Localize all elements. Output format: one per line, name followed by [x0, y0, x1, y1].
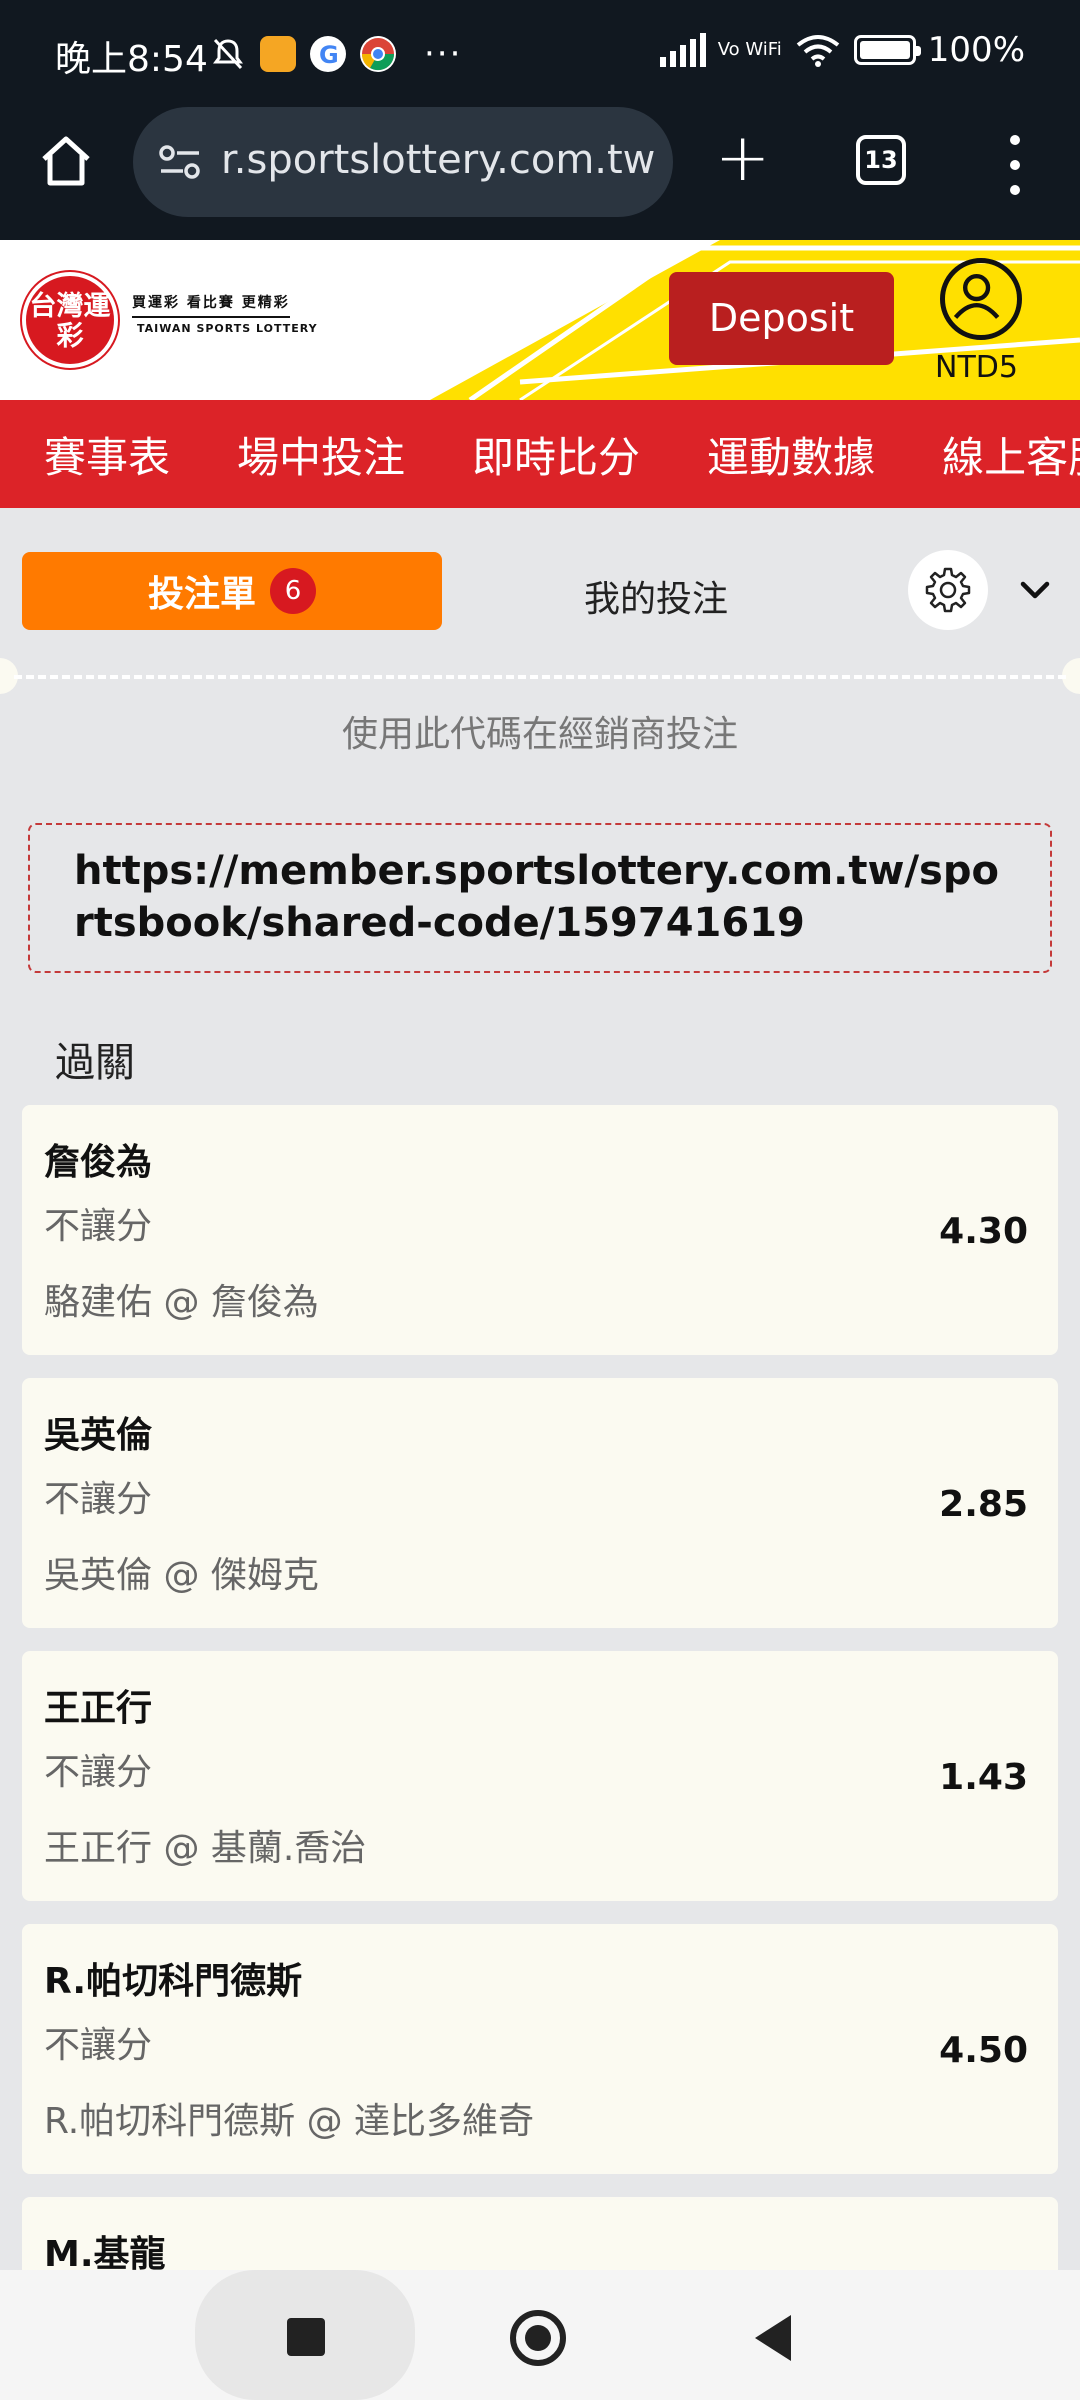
odds-value: 4.50	[939, 2030, 1028, 2071]
logo-slogan: 買運彩 看比賽 更精彩	[132, 292, 290, 318]
logo-text: 台灣運彩	[29, 291, 111, 352]
browser-menu-button[interactable]	[1005, 135, 1025, 195]
selection-name: M.基龍	[44, 2234, 166, 2270]
address-bar[interactable]: r.sportslottery.com.tw	[133, 107, 673, 217]
match-name: 吳英倫 @ 傑姆克	[44, 1555, 319, 1596]
signal-icon	[659, 33, 706, 67]
browser-toolbar: r.sportslottery.com.tw + 13	[0, 105, 1080, 240]
share-code-hint: 使用此代碼在經銷商投注	[341, 714, 738, 755]
user-account-icon[interactable]	[940, 258, 1022, 340]
notification-icons: G ···	[210, 34, 462, 74]
bell-muted-icon	[213, 38, 243, 70]
app-notification-icon	[260, 36, 296, 72]
nav-item-sports-data[interactable]: 運動數據	[707, 424, 875, 485]
account-balance[interactable]: NTD5	[935, 350, 1018, 385]
bet-leg[interactable]: 詹俊為 不讓分 駱建佑 @ 詹俊為 4.30	[22, 1105, 1058, 1355]
match-name: 王正行 @ 基蘭.喬治	[44, 1828, 367, 1869]
url-text: r.sportslottery.com.tw	[221, 137, 656, 183]
tab-switcher-button[interactable]: 13	[856, 135, 906, 185]
bet-leg[interactable]: 王正行 不讓分 王正行 @ 基蘭.喬治 1.43	[22, 1651, 1058, 1901]
betslip-count-badge: 6	[270, 568, 316, 614]
match-name: R.帕切科門德斯 @ 達比多維奇	[44, 2101, 535, 2142]
back-icon[interactable]	[755, 2315, 791, 2361]
svg-text:G: G	[319, 41, 339, 69]
logo[interactable]: 台灣運彩	[22, 272, 118, 368]
selection-name: 王正行	[44, 1688, 153, 1729]
match-name: 駱建佑 @ 詹俊為	[44, 1282, 319, 1323]
header-decoration	[430, 240, 1080, 400]
divider	[14, 675, 1066, 679]
more-notifications-icon: ···	[424, 34, 463, 74]
home-icon[interactable]	[36, 131, 96, 191]
system-indicators: Vo WiFi 100%	[659, 30, 1025, 70]
logo-english: TAIWAN SPORTS LOTTERY	[137, 322, 318, 335]
nav-item-live-scores[interactable]: 即時比分	[472, 424, 640, 485]
system-navigation-bar	[0, 2270, 1080, 2400]
site-header: 台灣運彩 買運彩 看比賽 更精彩 TAIWAN SPORTS LOTTERY D…	[0, 240, 1080, 400]
home-nav-icon[interactable]	[510, 2310, 566, 2366]
battery-percent: 100%	[927, 30, 1025, 70]
nav-item-online-support[interactable]: 線上客服	[942, 424, 1080, 485]
bet-leg[interactable]: 吳英倫 不讓分 吳英倫 @ 傑姆克 2.85	[22, 1378, 1058, 1628]
odds-value: 1.43	[939, 1757, 1028, 1798]
site-settings-icon[interactable]	[157, 142, 203, 182]
nav-item-schedule[interactable]: 賽事表	[44, 424, 170, 485]
market-type: 不讓分	[44, 2025, 153, 2066]
tab-betslip[interactable]: 投注單 6	[22, 552, 442, 630]
google-icon: G	[310, 36, 346, 72]
battery-level-fill	[859, 41, 910, 59]
battery-icon	[853, 35, 921, 65]
odds-value: 2.85	[939, 1484, 1028, 1525]
recents-icon[interactable]	[287, 2318, 325, 2356]
main-nav: 賽事表 場中投注 即時比分 運動數據 線上客服	[0, 400, 1080, 508]
market-type: 不讓分	[44, 1206, 153, 1247]
bet-leg[interactable]: R.帕切科門德斯 不讓分 R.帕切科門德斯 @ 達比多維奇 4.50	[22, 1924, 1058, 2174]
tab-my-bets[interactable]: 我的投注	[584, 570, 728, 622]
nav-item-live-betting[interactable]: 場中投注	[237, 424, 405, 485]
status-bar: 晚上8:54 G ··· Vo WiFi 100%	[0, 0, 1080, 105]
parlay-section-label: 過關	[55, 1040, 135, 1086]
settings-button[interactable]	[908, 550, 988, 630]
selection-name: 吳英倫	[44, 1415, 153, 1456]
clock: 晚上8:54	[55, 39, 208, 80]
chevron-down-icon[interactable]	[1015, 570, 1055, 610]
bet-leg[interactable]: M.基龍	[22, 2197, 1058, 2270]
wifi-icon	[796, 35, 840, 67]
betslip-panel: 投注單 6 我的投注 使用此代碼在經銷商投注 https://member.sp…	[0, 530, 1080, 2270]
tab-betslip-label: 投注單	[147, 574, 256, 615]
market-type: 不讓分	[44, 1752, 153, 1793]
gear-icon	[925, 567, 971, 613]
share-code-box[interactable]: https://member.sportslottery.com.tw/spor…	[28, 823, 1052, 973]
selection-name: 詹俊為	[44, 1142, 153, 1183]
chrome-icon	[360, 36, 396, 72]
new-tab-button[interactable]: +	[715, 125, 770, 191]
market-type: 不讓分	[44, 1479, 153, 1520]
selection-name: R.帕切科門德斯	[44, 1961, 303, 2002]
deposit-button[interactable]: Deposit	[669, 272, 894, 365]
odds-value: 4.30	[939, 1211, 1028, 1252]
vowifi-label: Vo WiFi	[717, 39, 782, 60]
